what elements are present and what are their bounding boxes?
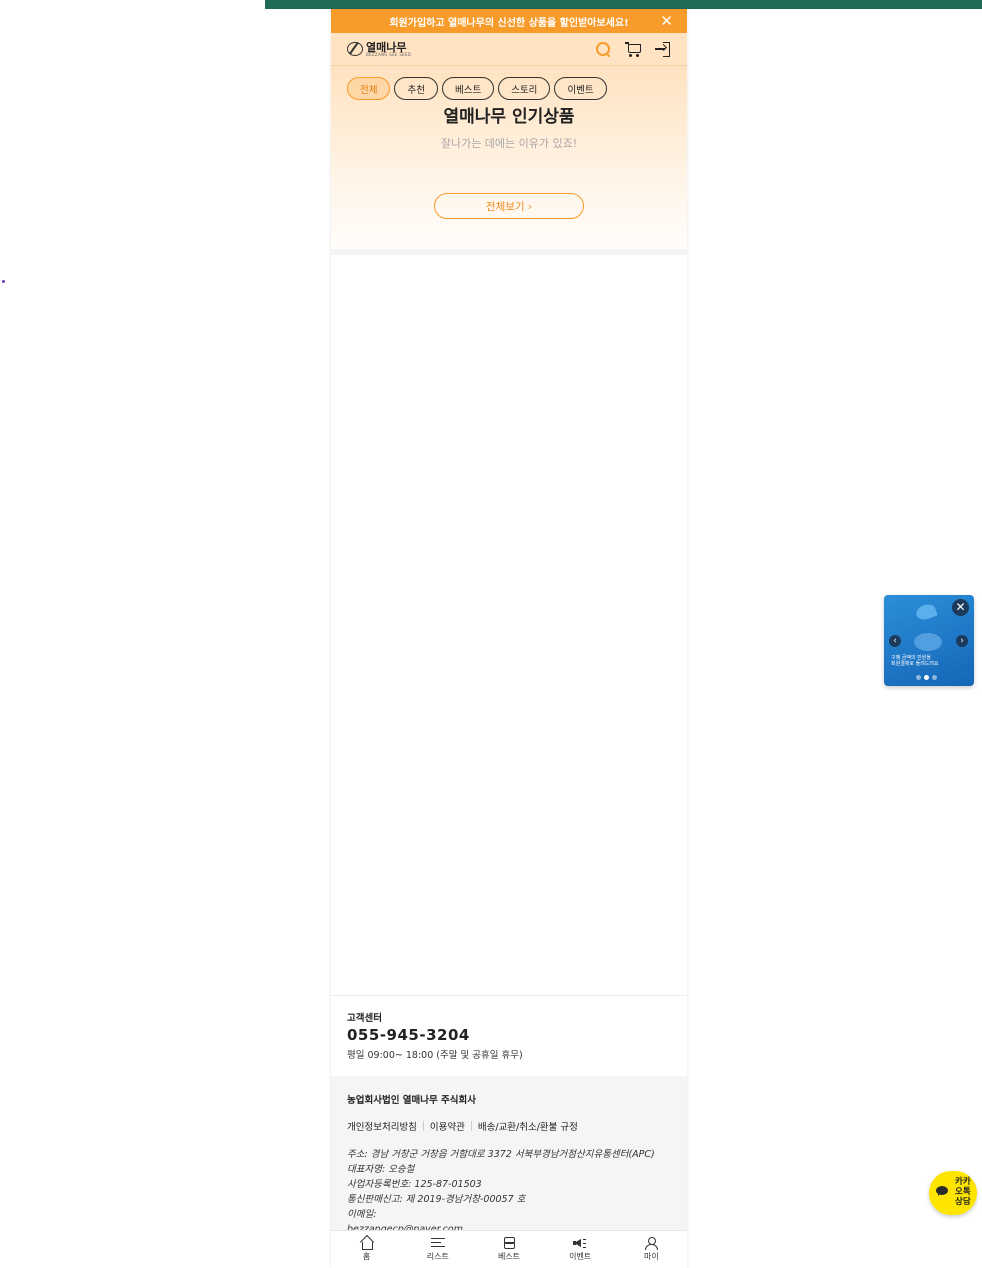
view-all-button[interactable]: 전체보기 › [434, 193, 584, 219]
top-edge-strip [265, 0, 982, 9]
promo-close-icon[interactable]: ✕ [660, 11, 673, 31]
nav-my-label: 마이 [644, 1252, 659, 1261]
company-details: 주소: 경남 거창군 거창읍 거함대로 3372 서북부경남거점산지유통센터(A… [347, 1147, 671, 1237]
banner-dot[interactable] [932, 675, 937, 680]
tab-story[interactable]: 스토리 [498, 77, 551, 100]
search-icon[interactable] [595, 41, 611, 58]
hero-section: 전체 추천 베스트 스토리 이벤트 열매나무 인기상품 잘나가는 데에는 이유가… [331, 66, 687, 249]
nav-home[interactable]: 홈 [331, 1231, 402, 1268]
footer-links: 개인정보처리방침 이용약관 배송/교환/취소/환불 규정 [347, 1119, 671, 1133]
promo-text: 회원가입하고 열매나무의 신선한 상품을 할인받아보세요! [389, 17, 629, 29]
category-tabs: 전체 추천 베스트 스토리 이벤트 [347, 77, 607, 100]
user-icon [644, 1237, 659, 1250]
hero-title: 열매나무 인기상품 [443, 107, 575, 127]
hero-subtitle: 잘나가는 데에는 이유가 있죠! [440, 137, 578, 150]
cart-icon[interactable] [625, 41, 641, 57]
kakao-chat-button[interactable]: 카카오톡상담 [929, 1171, 977, 1215]
bottom-nav: 홈 리스트 베스트 이벤트 마이 [331, 1230, 687, 1268]
banner-next-icon[interactable]: › [956, 635, 968, 647]
stray-dot [2, 280, 5, 283]
banner-decoration [914, 602, 938, 622]
nav-best[interactable]: 베스트 [473, 1231, 544, 1268]
cs-hours: 평일 09:00~ 18:00 (주말 및 공휴일 휴무) [347, 1050, 523, 1061]
kakao-chat-label: 카카오톡상담 [955, 1177, 971, 1207]
mobile-page: 회원가입하고 열매나무의 신선한 상품을 할인받아보세요! ✕ 열매나무 BEZ… [331, 9, 687, 1268]
product-area [331, 255, 687, 995]
company-name: 농업회사법인 열매나무 주식회사 [347, 1095, 476, 1106]
tab-best[interactable]: 베스트 [441, 77, 495, 100]
tab-all[interactable]: 전체 [347, 77, 391, 100]
banner-close-icon[interactable]: ✕ [952, 599, 969, 616]
privacy-link[interactable]: 개인정보처리방침 [347, 1119, 417, 1133]
nav-event-label: 이벤트 [569, 1252, 592, 1261]
floating-ad-banner[interactable]: ✕ ‹ › 구매 금액의 만원을 회원결제로 돌려드려요 [884, 595, 974, 686]
banner-text-line2: 회원결제로 돌려드려요 [891, 661, 939, 667]
company-address: 주소: 경남 거창군 거창읍 거함대로 3372 서북부경남거점산지유통센터(A… [347, 1149, 655, 1160]
company-mail-order: 통신판매신고: 제 2019-경남거창-00057 호 [347, 1194, 526, 1205]
nav-my[interactable]: 마이 [616, 1231, 687, 1268]
company-info: 농업회사법인 열매나무 주식회사 개인정보처리방침 이용약관 배송/교환/취소/… [331, 1076, 687, 1237]
site-header: 열매나무 BEZZANG SEE SEED [331, 33, 687, 66]
company-email-label: 이메일: [347, 1209, 377, 1220]
company-ceo: 대표자명: 오승철 [347, 1164, 415, 1175]
customer-center: 고객센터 055-945-3204 평일 09:00~ 18:00 (주말 및 … [331, 995, 687, 1076]
banner-pagination [916, 675, 937, 680]
promo-banner[interactable]: 회원가입하고 열매나무의 신선한 상품을 할인받아보세요! ✕ [331, 9, 687, 33]
list-icon [430, 1237, 445, 1249]
logo-subtext: BEZZANG SEE SEED [366, 51, 412, 57]
home-icon [359, 1234, 374, 1250]
banner-dot-active[interactable] [924, 675, 929, 680]
company-biz-no: 사업자등록번호: 125-87-01503 [347, 1179, 482, 1190]
nav-list-label: 리스트 [426, 1252, 449, 1261]
logo-leaf-icon [347, 42, 363, 56]
link-divider [422, 1121, 424, 1131]
nav-home-label: 홈 [362, 1252, 371, 1261]
banner-dot[interactable] [916, 675, 921, 680]
login-icon[interactable] [655, 41, 671, 57]
nav-best-label: 베스트 [497, 1252, 521, 1261]
banner-prev-icon[interactable]: ‹ [889, 635, 901, 647]
logo-text: 열매나무 [366, 40, 407, 54]
cs-title: 고객센터 [347, 1013, 382, 1024]
link-divider [470, 1121, 472, 1131]
tab-event[interactable]: 이벤트 [554, 77, 607, 100]
banner-text: 구매 금액의 만원을 회원결제로 돌려드려요 [891, 655, 939, 667]
tab-recommend[interactable]: 추천 [394, 77, 438, 100]
nav-event[interactable]: 이벤트 [545, 1231, 616, 1268]
logo[interactable]: 열매나무 BEZZANG SEE SEED [347, 42, 411, 57]
best-icon [502, 1237, 516, 1249]
banner-decoration [914, 633, 942, 651]
terms-link[interactable]: 이용약관 [430, 1119, 465, 1133]
cs-phone[interactable]: 055-945-3204 [347, 1026, 671, 1044]
chat-bubble-icon [936, 1186, 948, 1196]
nav-list[interactable]: 리스트 [402, 1231, 473, 1268]
refund-policy-link[interactable]: 배송/교환/취소/환불 규정 [478, 1119, 578, 1133]
megaphone-icon [573, 1237, 587, 1249]
